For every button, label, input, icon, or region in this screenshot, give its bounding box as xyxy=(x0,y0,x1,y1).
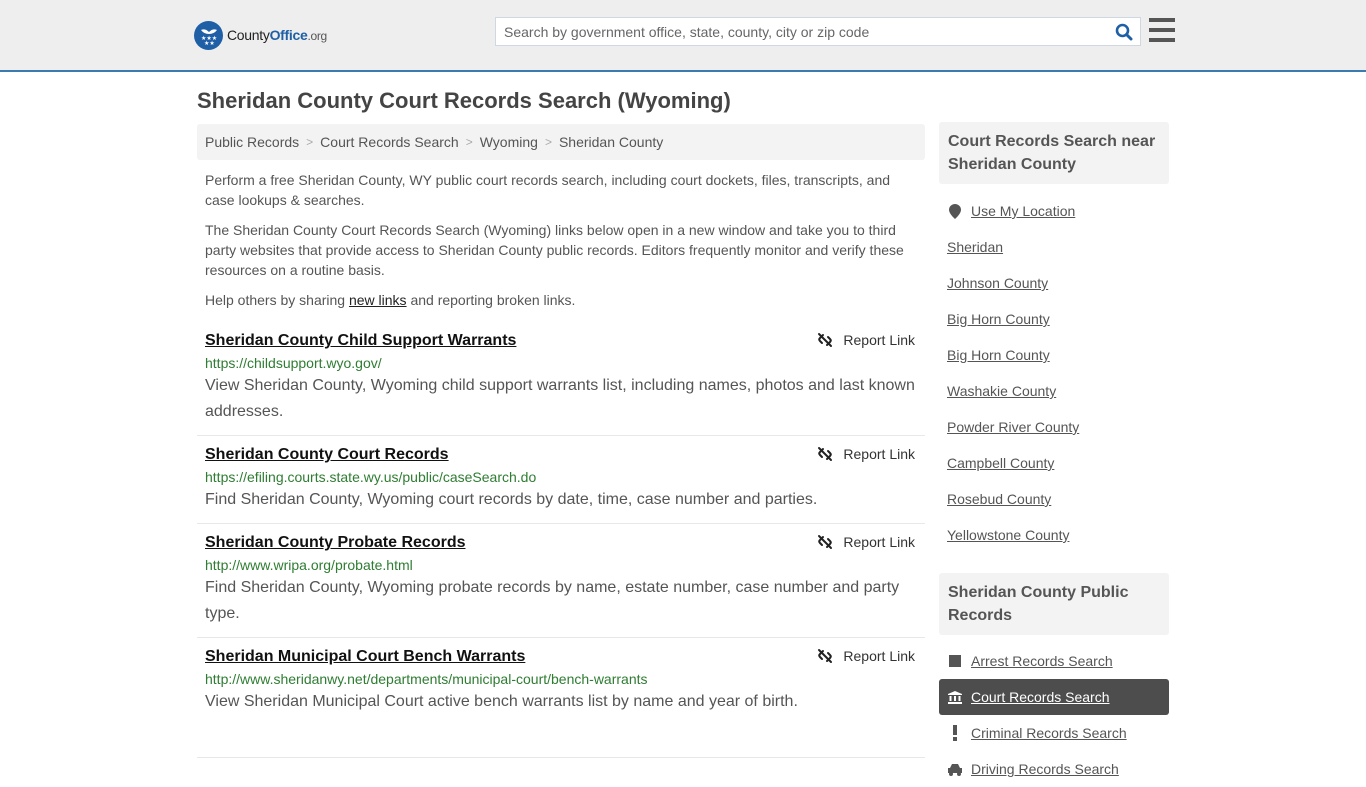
search-input[interactable] xyxy=(496,18,1108,45)
map-marker-icon xyxy=(947,203,963,219)
nearby-item: Powder River County xyxy=(939,409,1169,445)
report-link-button[interactable]: Report Link xyxy=(817,534,915,550)
search-icon xyxy=(1115,23,1133,40)
result-item: Sheridan County Child Support Warrants R… xyxy=(197,322,925,436)
top-header: ★★★ ★★ CountyOffice.org xyxy=(0,0,1366,72)
new-links-link[interactable]: new links xyxy=(349,292,407,308)
driving-records-search-link[interactable]: Driving Records Search xyxy=(971,761,1119,777)
result-url: http://www.sheridanwy.net/departments/mu… xyxy=(205,671,648,687)
result-title-link[interactable]: Sheridan County Court Records xyxy=(205,446,449,464)
nearby-link-washakie-county[interactable]: Washakie County xyxy=(947,383,1056,399)
criminal-records-search-link[interactable]: Criminal Records Search xyxy=(971,725,1127,741)
result-item: Sheridan County Court Records Report Lin… xyxy=(197,436,925,524)
site-search xyxy=(495,17,1141,46)
result-title-link[interactable]: Sheridan County Child Support Warrants xyxy=(205,332,516,350)
nearby-link-big-horn-county-mt[interactable]: Big Horn County xyxy=(947,347,1050,363)
breadcrumb: Public Records > Court Records Search > … xyxy=(197,124,925,160)
breadcrumb-separator: > xyxy=(544,135,552,149)
use-my-location-link[interactable]: Use My Location xyxy=(971,203,1075,219)
report-link-button[interactable]: Report Link xyxy=(817,332,915,348)
result-description: Find Sheridan County, Wyoming court reco… xyxy=(205,491,818,508)
nearby-item: Sheridan xyxy=(939,229,1169,265)
intro-paragraph: Perform a free Sheridan County, WY publi… xyxy=(205,172,891,208)
result-url: https://efiling.courts.state.wy.us/publi… xyxy=(205,469,537,485)
nearby-item: Campbell County xyxy=(939,445,1169,481)
court-records-search-link[interactable]: Court Records Search xyxy=(971,689,1110,705)
nearby-list: Use My Location Sheridan Johnson County … xyxy=(939,193,1169,553)
nearby-link-campbell-county[interactable]: Campbell County xyxy=(947,455,1054,471)
public-records-item-active: Court Records Search xyxy=(939,679,1169,715)
nearby-item: Big Horn County xyxy=(939,337,1169,373)
nearby-heading: Court Records Search near Sheridan Count… xyxy=(939,122,1169,184)
square-icon xyxy=(947,655,963,667)
nearby-link-rosebud-county[interactable]: Rosebud County xyxy=(947,491,1051,507)
nearby-link-sheridan[interactable]: Sheridan xyxy=(947,239,1003,255)
report-link-button[interactable]: Report Link xyxy=(817,446,915,462)
result-item: Sheridan Municipal Court Bench Warrants … xyxy=(197,638,925,758)
nearby-item: Big Horn County xyxy=(939,301,1169,337)
nearby-link-yellowstone-county[interactable]: Yellowstone County xyxy=(947,527,1069,543)
use-my-location-item: Use My Location xyxy=(939,193,1169,229)
courthouse-icon xyxy=(947,690,963,704)
breadcrumb-separator: > xyxy=(465,135,473,149)
site-logo[interactable]: ★★★ ★★ CountyOffice.org xyxy=(194,20,327,50)
result-url: http://www.wripa.org/probate.html xyxy=(205,557,413,573)
share-links-paragraph: Help others by sharing new links and rep… xyxy=(205,292,576,308)
intro-paragraph: The Sheridan County Court Records Search… xyxy=(205,222,904,278)
result-url: https://childsupport.wyo.gov/ xyxy=(205,355,382,371)
breadcrumb-public-records[interactable]: Public Records xyxy=(205,134,299,150)
exclamation-icon xyxy=(947,725,963,741)
result-item: Sheridan County Probate Records Report L… xyxy=(197,524,925,638)
result-description: Find Sheridan County, Wyoming probate re… xyxy=(205,579,900,622)
public-records-item: Arrest Records Search xyxy=(939,643,1169,679)
public-records-item: Driving Records Search xyxy=(939,751,1169,787)
arrest-records-search-link[interactable]: Arrest Records Search xyxy=(971,653,1113,669)
hamburger-menu-icon[interactable] xyxy=(1149,18,1175,42)
broken-link-icon xyxy=(818,535,833,549)
intro-text: Perform a free Sheridan County, WY publi… xyxy=(205,170,920,320)
nearby-item: Rosebud County xyxy=(939,481,1169,517)
nearby-item: Johnson County xyxy=(939,265,1169,301)
result-title-link[interactable]: Sheridan Municipal Court Bench Warrants xyxy=(205,648,525,666)
result-description: View Sheridan Municipal Court active ben… xyxy=(205,693,798,710)
nearby-item: Washakie County xyxy=(939,373,1169,409)
nearby-link-big-horn-county[interactable]: Big Horn County xyxy=(947,311,1050,327)
public-records-item: Criminal Records Search xyxy=(939,715,1169,751)
broken-link-icon xyxy=(818,447,833,461)
result-title-link[interactable]: Sheridan County Probate Records xyxy=(205,534,466,552)
public-records-list: Arrest Records Search Court Records Sear… xyxy=(939,643,1169,787)
broken-link-icon xyxy=(818,649,833,663)
logo-wordmark: CountyOffice.org xyxy=(227,27,327,43)
nearby-link-johnson-county[interactable]: Johnson County xyxy=(947,275,1048,291)
nearby-item: Yellowstone County xyxy=(939,517,1169,553)
breadcrumb-wyoming[interactable]: Wyoming xyxy=(480,134,538,150)
results-list: Sheridan County Child Support Warrants R… xyxy=(197,322,925,758)
breadcrumb-sheridan-county[interactable]: Sheridan County xyxy=(559,134,663,150)
page-title: Sheridan County Court Records Search (Wy… xyxy=(197,88,731,113)
svg-text:★★: ★★ xyxy=(204,40,215,45)
public-records-heading: Sheridan County Public Records xyxy=(939,573,1169,635)
eagle-stars-logo-icon: ★★★ ★★ xyxy=(194,20,223,50)
sidebar: Court Records Search near Sheridan Count… xyxy=(939,122,1169,787)
car-icon xyxy=(947,762,963,776)
search-button[interactable] xyxy=(1108,18,1140,45)
result-description: View Sheridan County, Wyoming child supp… xyxy=(205,377,915,420)
broken-link-icon xyxy=(818,333,833,347)
nearby-link-powder-river-county[interactable]: Powder River County xyxy=(947,419,1079,435)
breadcrumb-court-records-search[interactable]: Court Records Search xyxy=(320,134,459,150)
report-link-button[interactable]: Report Link xyxy=(817,648,915,664)
breadcrumb-separator: > xyxy=(306,135,314,149)
